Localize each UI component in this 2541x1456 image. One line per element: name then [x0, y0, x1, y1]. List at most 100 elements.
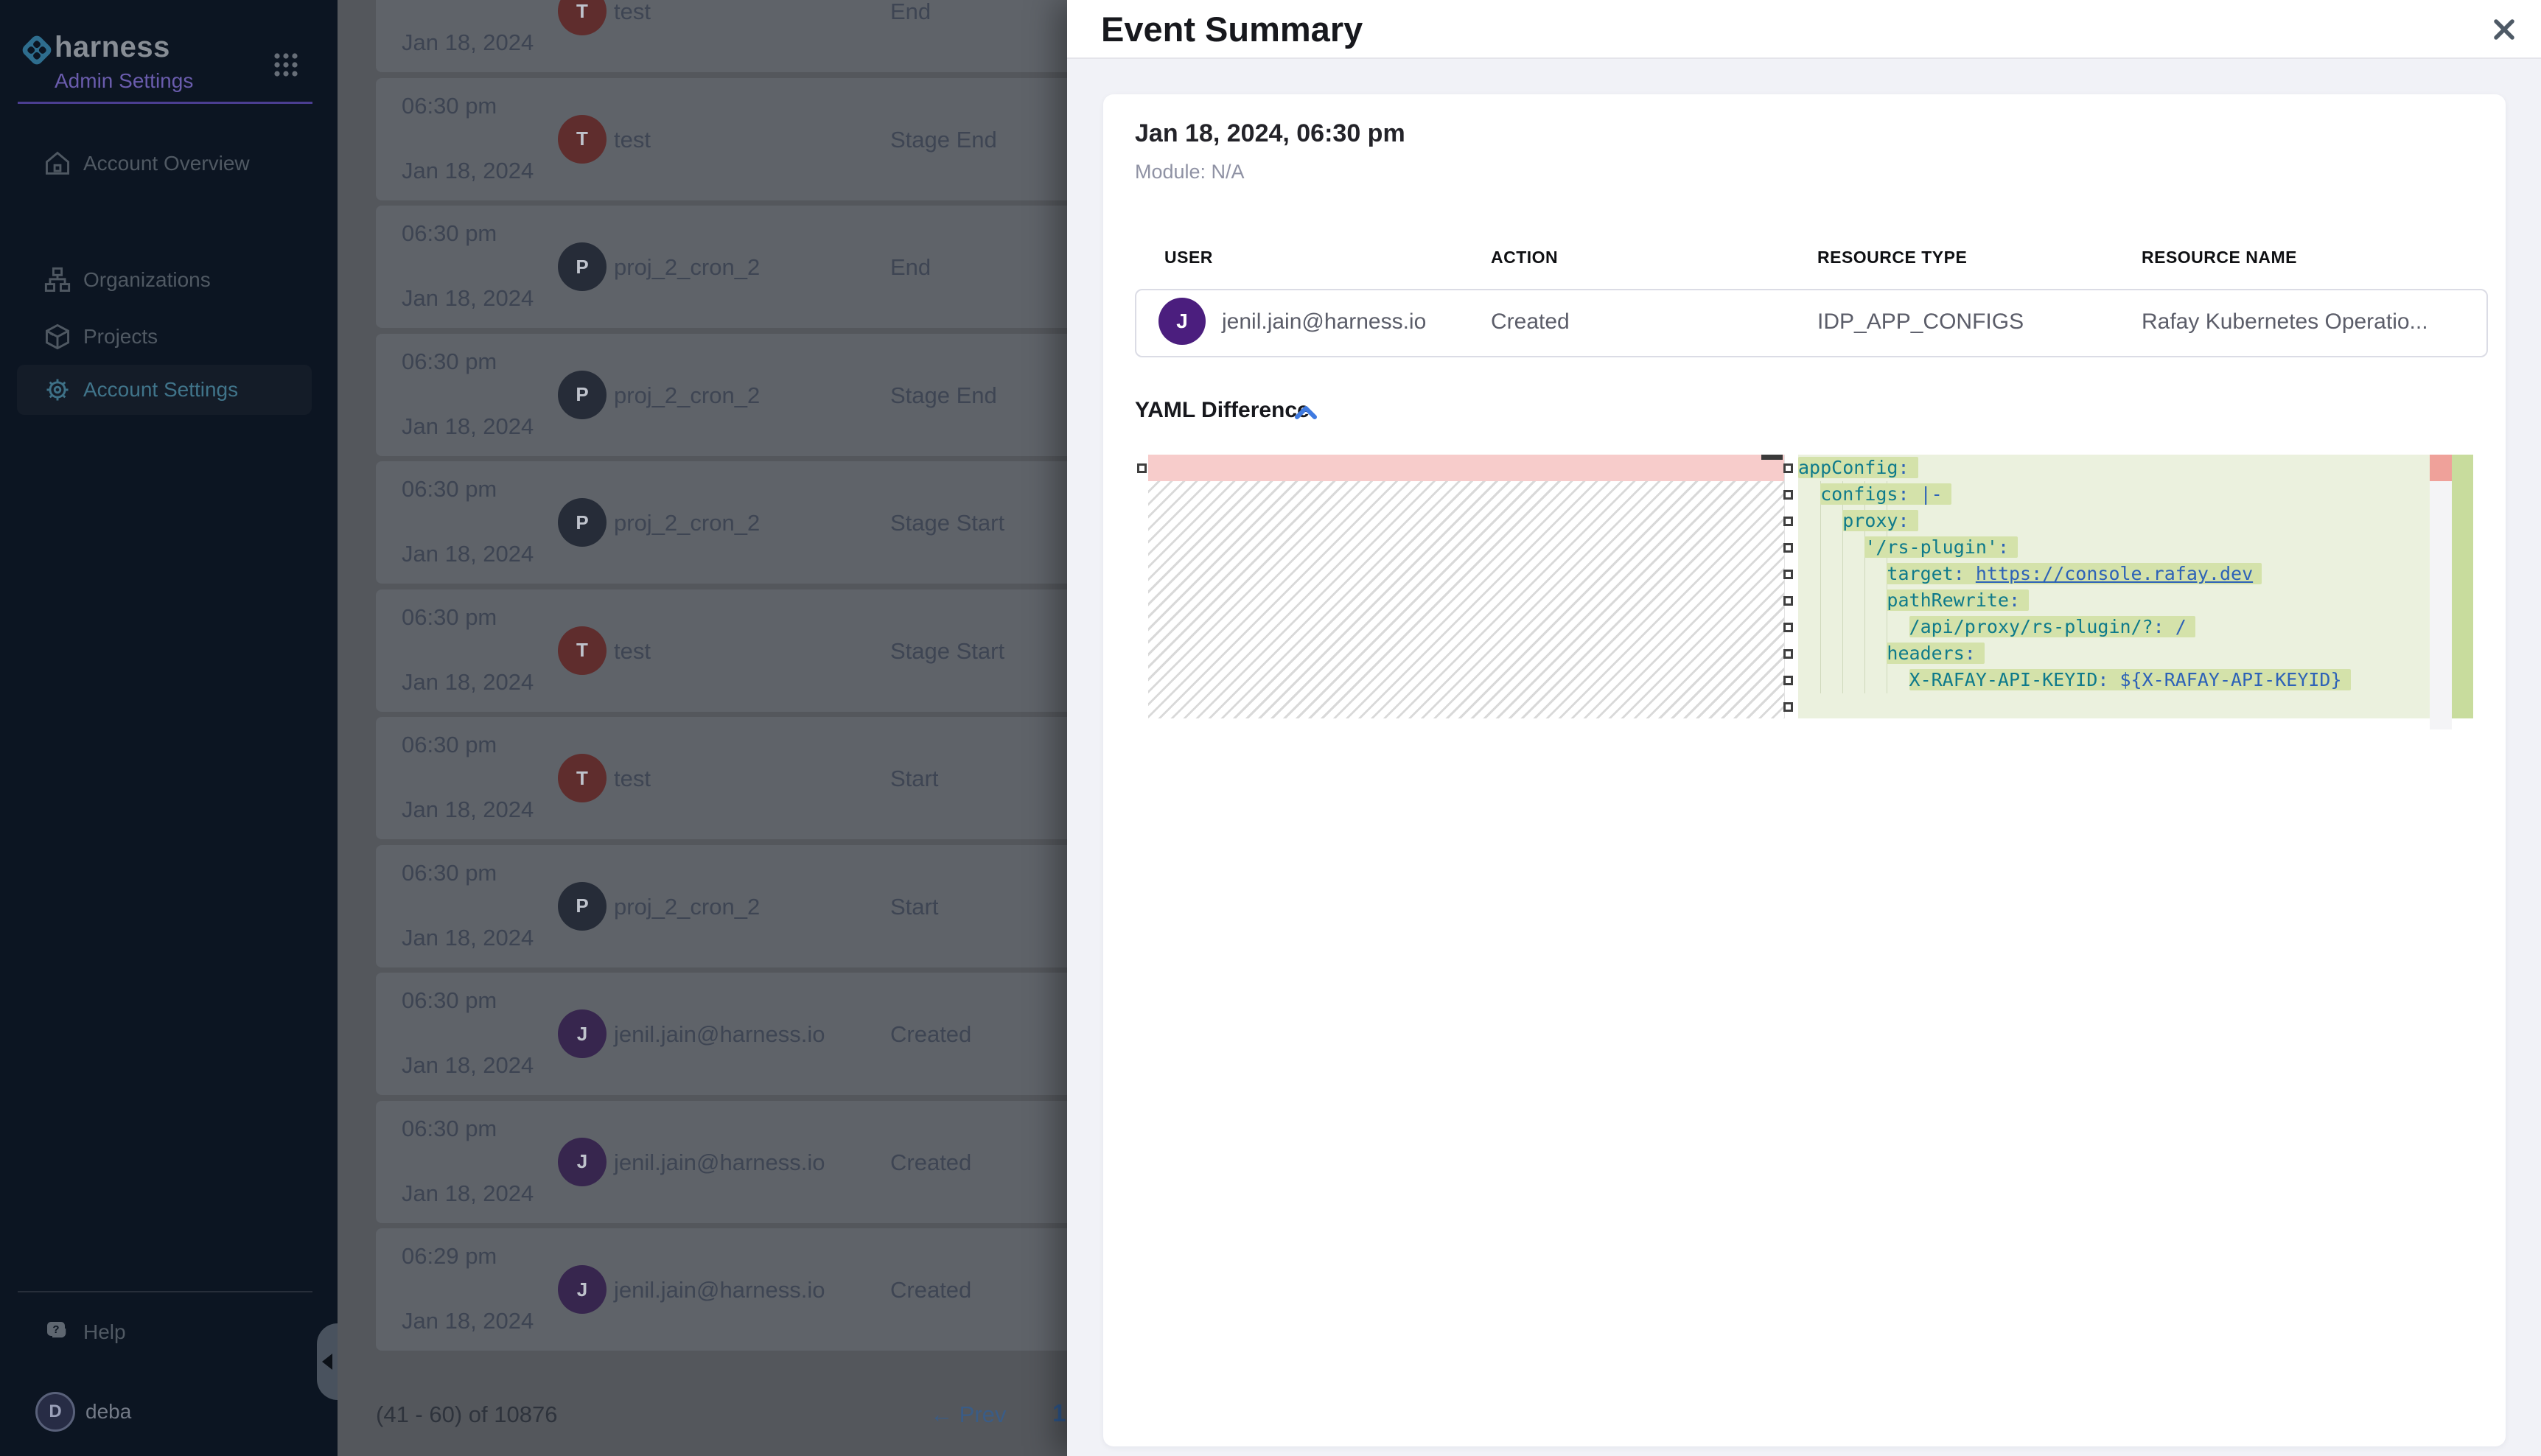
row-user: test [614, 127, 651, 153]
close-button[interactable] [2485, 10, 2523, 49]
diff-expand-marker[interactable] [1783, 676, 1793, 685]
event-module: Module: N/A [1135, 161, 1245, 183]
prev-page-button[interactable]: ← Prev [930, 1401, 1006, 1428]
yaml-code-line: configs: |- [1798, 481, 2430, 508]
ruler-delete-mark [2430, 455, 2452, 481]
row-action: Stage End [890, 127, 997, 153]
row-user: proj_2_cron_2 [614, 382, 760, 409]
module-subtitle: Admin Settings [55, 69, 193, 93]
row-time: 06:30 pm [402, 349, 497, 375]
yaml-code-line: appConfig: [1798, 455, 2430, 481]
help-chat-icon: ? [43, 1317, 72, 1347]
row-action: Stage Start [890, 638, 1004, 665]
row-user: jenil.jain@harness.io [614, 1277, 825, 1303]
row-time: 06:30 pm [402, 732, 497, 758]
diff-expand-marker[interactable] [1783, 463, 1793, 473]
row-date: Jan 18, 2024 [402, 541, 534, 567]
diff-expand-marker[interactable] [1783, 702, 1793, 712]
diff-expand-marker[interactable] [1783, 649, 1793, 659]
diff-deleted-pane [1148, 455, 1785, 718]
row-date: Jan 18, 2024 [402, 1180, 534, 1207]
row-date: Jan 18, 2024 [402, 29, 534, 56]
row-user: proj_2_cron_2 [614, 254, 760, 281]
column-header-action: ACTION [1491, 248, 1558, 267]
diff-expand-marker[interactable] [1137, 463, 1147, 473]
svg-text:?: ? [52, 1323, 59, 1336]
page-number-1[interactable]: 1 [1052, 1399, 1066, 1427]
event-datetime: Jan 18, 2024, 06:30 pm [1135, 119, 1405, 148]
diff-expand-marker[interactable] [1783, 490, 1793, 500]
row-user: proj_2_cron_2 [614, 510, 760, 536]
row-date: Jan 18, 2024 [402, 669, 534, 696]
code-link[interactable]: https://console.rafay.dev [1976, 563, 2253, 584]
row-time: 06:30 pm [402, 1116, 497, 1142]
home-icon [43, 149, 72, 178]
yaml-code-line: /api/proxy/rs-plugin/?: / [1798, 614, 2430, 640]
diff-deleted-line [1148, 455, 1784, 482]
yaml-code-line: proxy: [1798, 508, 2430, 534]
column-header-resource-name: RESOURCE NAME [2142, 248, 2297, 267]
chevron-up-icon [1293, 402, 1319, 424]
yaml-code-line: headers: [1798, 640, 2430, 667]
diff-empty-hatch [1148, 481, 1784, 718]
sidebar-item-help[interactable]: ? Help [17, 1307, 312, 1357]
row-date: Jan 18, 2024 [402, 1308, 534, 1334]
cell-action: Created [1491, 309, 1570, 335]
row-avatar: J [558, 1265, 607, 1314]
row-avatar: P [558, 882, 607, 931]
row-date: Jan 18, 2024 [402, 285, 534, 312]
user-avatar[interactable]: D [35, 1392, 75, 1432]
row-time: 06:30 pm [402, 93, 497, 119]
cell-resource-type: IDP_APP_CONFIGS [1817, 309, 2024, 335]
sidebar-item-projects[interactable]: Projects [17, 312, 312, 362]
harness-logo-icon [19, 32, 55, 71]
sidebar-item-account-overview[interactable]: Account Overview [17, 139, 312, 189]
row-time: 06:30 pm [402, 220, 497, 247]
row-date: Jan 18, 2024 [402, 158, 534, 184]
row-avatar: T [558, 0, 607, 35]
user-avatar-j: J [1158, 298, 1206, 345]
pagination-range: (41 - 60) of 10876 [376, 1401, 557, 1428]
row-user: jenil.jain@harness.io [614, 1021, 825, 1048]
app-grid-icon[interactable] [273, 52, 299, 82]
sidebar-collapse-handle[interactable] [317, 1323, 338, 1400]
yaml-code-line: '/rs-plugin': [1798, 534, 2430, 561]
diff-expand-marker[interactable] [1783, 543, 1793, 553]
row-avatar: P [558, 371, 607, 419]
row-action: Created [890, 1021, 971, 1048]
row-avatar: T [558, 115, 607, 164]
drawer-title: Event Summary [1101, 9, 1363, 49]
row-time: 06:29 pm [402, 1243, 497, 1270]
sidebar-item-organizations[interactable]: Organizations [17, 255, 312, 305]
user-name: deba [85, 1400, 131, 1424]
row-time: 06:30 pm [402, 604, 497, 631]
chevron-left-icon [322, 1354, 332, 1370]
diff-expand-marker[interactable] [1783, 517, 1793, 526]
diff-added-pane: appConfig: configs: |- proxy: '/rs-plugi… [1798, 455, 2430, 718]
diff-expand-marker[interactable] [1783, 596, 1793, 606]
diff-expand-marker[interactable] [1783, 623, 1793, 632]
diff-overview-ruler-add [2452, 455, 2473, 718]
row-action: Start [890, 894, 938, 920]
close-icon [2489, 15, 2519, 44]
sidebar: harness Admin Settings Account Overview O… [0, 0, 338, 1456]
row-date: Jan 18, 2024 [402, 1052, 534, 1079]
row-user: test [614, 766, 651, 792]
org-chart-icon [43, 265, 72, 295]
row-time: 06:30 pm [402, 476, 497, 503]
row-time: 06:30 pm [402, 987, 497, 1014]
row-time: 06:30 pm [402, 860, 497, 886]
cell-user: jenil.jain@harness.io [1222, 309, 1426, 335]
row-avatar: J [558, 1009, 607, 1058]
yaml-collapse-button[interactable] [1293, 402, 1322, 427]
row-user: jenil.jain@harness.io [614, 1149, 825, 1176]
row-avatar: T [558, 754, 607, 802]
sidebar-item-label: Account Settings [83, 378, 238, 402]
brand-title: harness [55, 31, 170, 64]
yaml-code-line: X-RAFAY-API-KEYID: ${X-RAFAY-API-KEYID} [1798, 667, 2430, 693]
cube-icon [43, 322, 72, 351]
sidebar-bottom-divider [18, 1291, 312, 1292]
diff-expand-marker[interactable] [1783, 570, 1793, 579]
row-action: Created [890, 1149, 971, 1176]
sidebar-item-account-settings[interactable]: Account Settings [17, 365, 312, 415]
